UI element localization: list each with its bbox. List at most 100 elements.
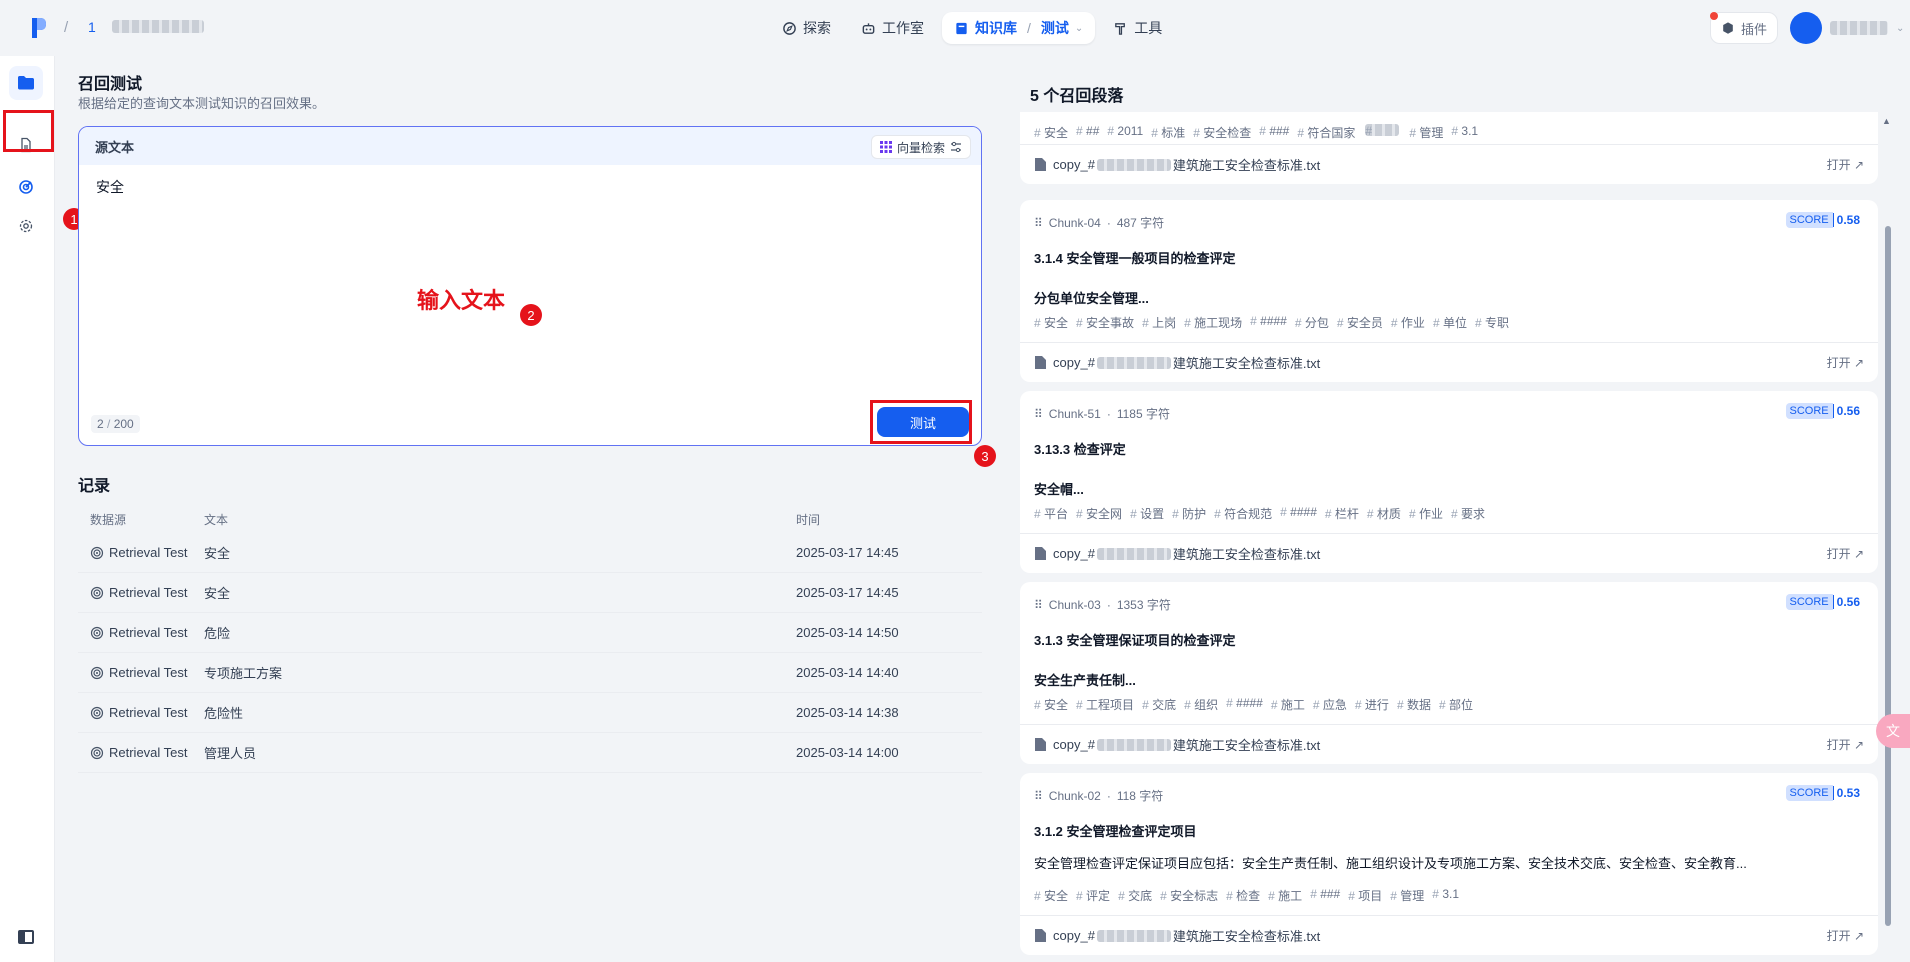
tag: 检查 (1226, 887, 1260, 904)
open-link[interactable]: 打开 ↗ (1827, 927, 1864, 944)
nav-studio-label: 工作室 (882, 20, 924, 36)
score-badge: SCORE 0.58 (1785, 212, 1860, 228)
tag: 施工 (1271, 696, 1305, 713)
settings-sliders-icon (951, 141, 961, 153)
step-badge-3: 3 (974, 445, 996, 467)
row-source-label: Retrieval Test (109, 625, 188, 640)
retrieval-test-icon[interactable] (14, 175, 38, 199)
notification-dot (1710, 12, 1718, 20)
results-title: 5 个召回段落 (1030, 88, 1124, 105)
nav-explore[interactable]: 探索 (770, 12, 843, 44)
nav-knowledge[interactable]: 知识库 / 测试 ⌄ (942, 12, 1096, 44)
query-textarea[interactable]: 安全 (96, 177, 124, 197)
score-badge: SCORE 0.56 (1785, 403, 1860, 419)
gear-icon[interactable] (14, 214, 38, 238)
scrollbar-thumb[interactable] (1885, 226, 1891, 926)
tag: 安全员 (1337, 314, 1383, 331)
chunk-tags: 安全工程项目交底组织 #### 施工应急进行数据部位 (1034, 696, 1473, 713)
tag: 安全标志 (1160, 887, 1218, 904)
table-row[interactable]: Retrieval Test 危险 2025-03-14 14:50 (78, 613, 982, 653)
tag: 单位 (1433, 314, 1467, 331)
file-icon (1035, 158, 1046, 171)
tag: 符合国家 (1297, 124, 1355, 141)
nav-studio[interactable]: 工作室 (849, 12, 936, 44)
nav-tools[interactable]: 工具 (1101, 12, 1174, 44)
score-label: SCORE (1785, 212, 1833, 228)
file-icon (1035, 738, 1046, 751)
retrieval-mode-button[interactable]: 向量检索 (870, 135, 971, 159)
table-row[interactable]: Retrieval Test 安全 2025-03-17 14:45 (78, 573, 982, 613)
user-menu[interactable]: ⌄ (1790, 12, 1904, 44)
nav-knowledge-label: 知识库 (975, 20, 1017, 36)
chunk-title: 3.13.3 检查评定 (1034, 442, 1126, 457)
row-time: 2025-03-14 14:50 (796, 625, 899, 640)
tag: 作业 (1409, 505, 1443, 522)
open-label: 打开 (1826, 547, 1851, 561)
robot-icon (862, 22, 875, 34)
chunk-card[interactable]: ⠿ Chunk-03 · 1353 字符 SCORE 0.56 3.1.3 安全管… (1020, 582, 1878, 764)
chunk-meta: ⠿ Chunk-03 · 1353 字符 (1034, 596, 1171, 613)
score-badge: SCORE 0.56 (1785, 594, 1860, 610)
chunk-body: 安全生产责任制... (1034, 673, 1136, 688)
file-prefix: copy_# (1053, 355, 1095, 370)
table-row[interactable]: Retrieval Test 安全 2025-03-17 14:45 (78, 533, 982, 573)
table-row[interactable]: Retrieval Test 管理人员 2025-03-14 14:00 (78, 733, 982, 773)
table-row[interactable]: Retrieval Test 危险性 2025-03-14 14:38 (78, 693, 982, 733)
tag: # # (1076, 124, 1099, 141)
chunk-tags: 安全评定交底安全标志检查施工 ### 项目管理 3.1 (1034, 887, 1459, 904)
meta-dot: · (1106, 788, 1111, 803)
open-link[interactable]: 打开 ↗ (1827, 354, 1864, 371)
tag: 安全 (1034, 124, 1068, 141)
plugin-button[interactable]: 插件 (1710, 12, 1778, 44)
row-source: Retrieval Test (78, 545, 204, 560)
row-time: 2025-03-14 14:00 (796, 745, 899, 760)
tag: 上岗 (1142, 314, 1176, 331)
chevron-down-icon: ⌄ (1896, 22, 1905, 34)
row-source: Retrieval Test (78, 585, 204, 600)
chunk-footer: copy_# 建筑施工安全检查标准.txt 打开 ↗ (1020, 724, 1878, 764)
char-limit: 200 (113, 417, 134, 431)
chunk-id: Chunk-03 (1048, 597, 1101, 612)
scroll-up-arrow-icon[interactable]: ▲ (1882, 116, 1891, 126)
tag: 栏杆 (1325, 505, 1359, 522)
breadcrumb-app-name-redacted[interactable] (112, 20, 204, 33)
table-row[interactable]: Retrieval Test 专项施工方案 2025-03-14 14:40 (78, 653, 982, 693)
row-source-label: Retrieval Test (109, 665, 188, 680)
chunk-card[interactable]: ⠿ Chunk-02 · 118 字符 SCORE 0.53 3.1.2 安全管理… (1020, 773, 1878, 955)
open-link[interactable]: 打开 ↗ (1827, 156, 1864, 173)
chunk-card[interactable]: ⠿ Chunk-51 · 1185 字符 SCORE 0.56 3.13.3 检查… (1020, 391, 1878, 573)
tag: 应急 (1313, 696, 1347, 713)
highlight-box-retrieval-nav (3, 110, 54, 152)
dataset-folder-icon[interactable] (9, 66, 43, 100)
translate-icon[interactable]: 文 (1876, 714, 1910, 748)
chunk-card[interactable]: ⠿ Chunk-04 · 487 字符 SCORE 0.58 3.1.4 安全管理… (1020, 200, 1878, 382)
tag: 作业 (1391, 314, 1425, 331)
chunk-title: 3.1.3 安全管理保证项目的检查评定 (1034, 633, 1236, 648)
tag: 部位 (1439, 696, 1473, 713)
cube-icon (1723, 22, 1733, 34)
meta-dot: · (1106, 597, 1111, 612)
open-link[interactable]: 打开 ↗ (1827, 736, 1864, 753)
chunk-card-partial[interactable]: 安全 ## 2011 标准 安全检查 ### 符合国家 管理 3.1 copy_… (1020, 112, 1878, 184)
chunk-chars: 487 字符 (1116, 216, 1165, 230)
tag: 施工 (1268, 887, 1302, 904)
step-badge-2: 2 (520, 304, 542, 326)
tag: # ### (1280, 505, 1317, 522)
app-logo-icon[interactable] (30, 16, 48, 40)
target-icon (90, 586, 104, 599)
row-text: 安全 (204, 586, 231, 601)
chunk-meta: ⠿ Chunk-51 · 1185 字符 (1034, 405, 1170, 422)
avatar (1790, 12, 1822, 44)
breadcrumb-workspace[interactable]: 1 (88, 19, 96, 35)
open-link[interactable]: 打开 ↗ (1827, 545, 1864, 562)
tag: 管理 (1409, 124, 1443, 141)
target-icon (90, 666, 104, 679)
sidebar-toggle-icon[interactable] (18, 930, 34, 944)
chunk-meta: ⠿ Chunk-04 · 487 字符 (1034, 214, 1164, 231)
compass-icon (783, 21, 796, 35)
tag: 防护 (1172, 505, 1206, 522)
nav-dataset-selector[interactable]: 测试 (1041, 18, 1069, 38)
file-name-redacted (1096, 356, 1171, 369)
chunk-body: 分包单位安全管理... (1034, 291, 1149, 306)
file-suffix: 建筑施工安全检查标准.txt (1172, 158, 1321, 173)
